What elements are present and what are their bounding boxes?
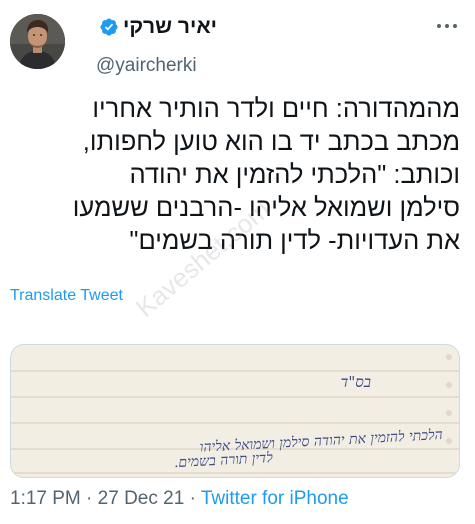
tweet-header: יאיר שרקי @yaircherki <box>0 0 475 90</box>
translate-tweet-link[interactable]: Translate Tweet <box>10 287 123 305</box>
author-handle[interactable]: @yaircherki <box>96 55 197 77</box>
tweet-date[interactable]: 27 Dec 21 <box>98 488 185 509</box>
avatar[interactable] <box>10 14 65 69</box>
tweet-media-image[interactable]: בס"ד הלכתי להזמין את יהודה סילמן ושמואל … <box>10 344 460 478</box>
tweet-time[interactable]: 1:17 PM <box>10 488 81 509</box>
handwritten-letter-image: בס"ד הלכתי להזמין את יהודה סילמן ושמואל … <box>11 345 459 477</box>
tweet-metadata: 1:17 PM · 27 Dec 21 · Twitter for iPhone <box>10 488 349 510</box>
meta-separator: · <box>86 488 93 509</box>
verified-badge-icon <box>100 18 118 36</box>
tweet-source-link[interactable]: Twitter for iPhone <box>201 488 349 509</box>
meta-separator: · <box>189 488 196 509</box>
tweet-text-line: וכותב: "הלכתי להזמין את יהודה <box>129 161 461 189</box>
tweet-text-line: מכתב בכתב יד בו הוא טוען לחפותו, <box>82 128 460 156</box>
handwritten-line: בס"ד <box>341 373 371 391</box>
author-name-row[interactable]: יאיר שרקי <box>99 14 217 40</box>
tweet-text-line: מהמהדורה: חיים ולדר הותיר אחריו <box>92 95 460 123</box>
author-name[interactable]: יאיר שרקי <box>123 15 217 39</box>
more-options-icon[interactable] <box>436 19 458 33</box>
